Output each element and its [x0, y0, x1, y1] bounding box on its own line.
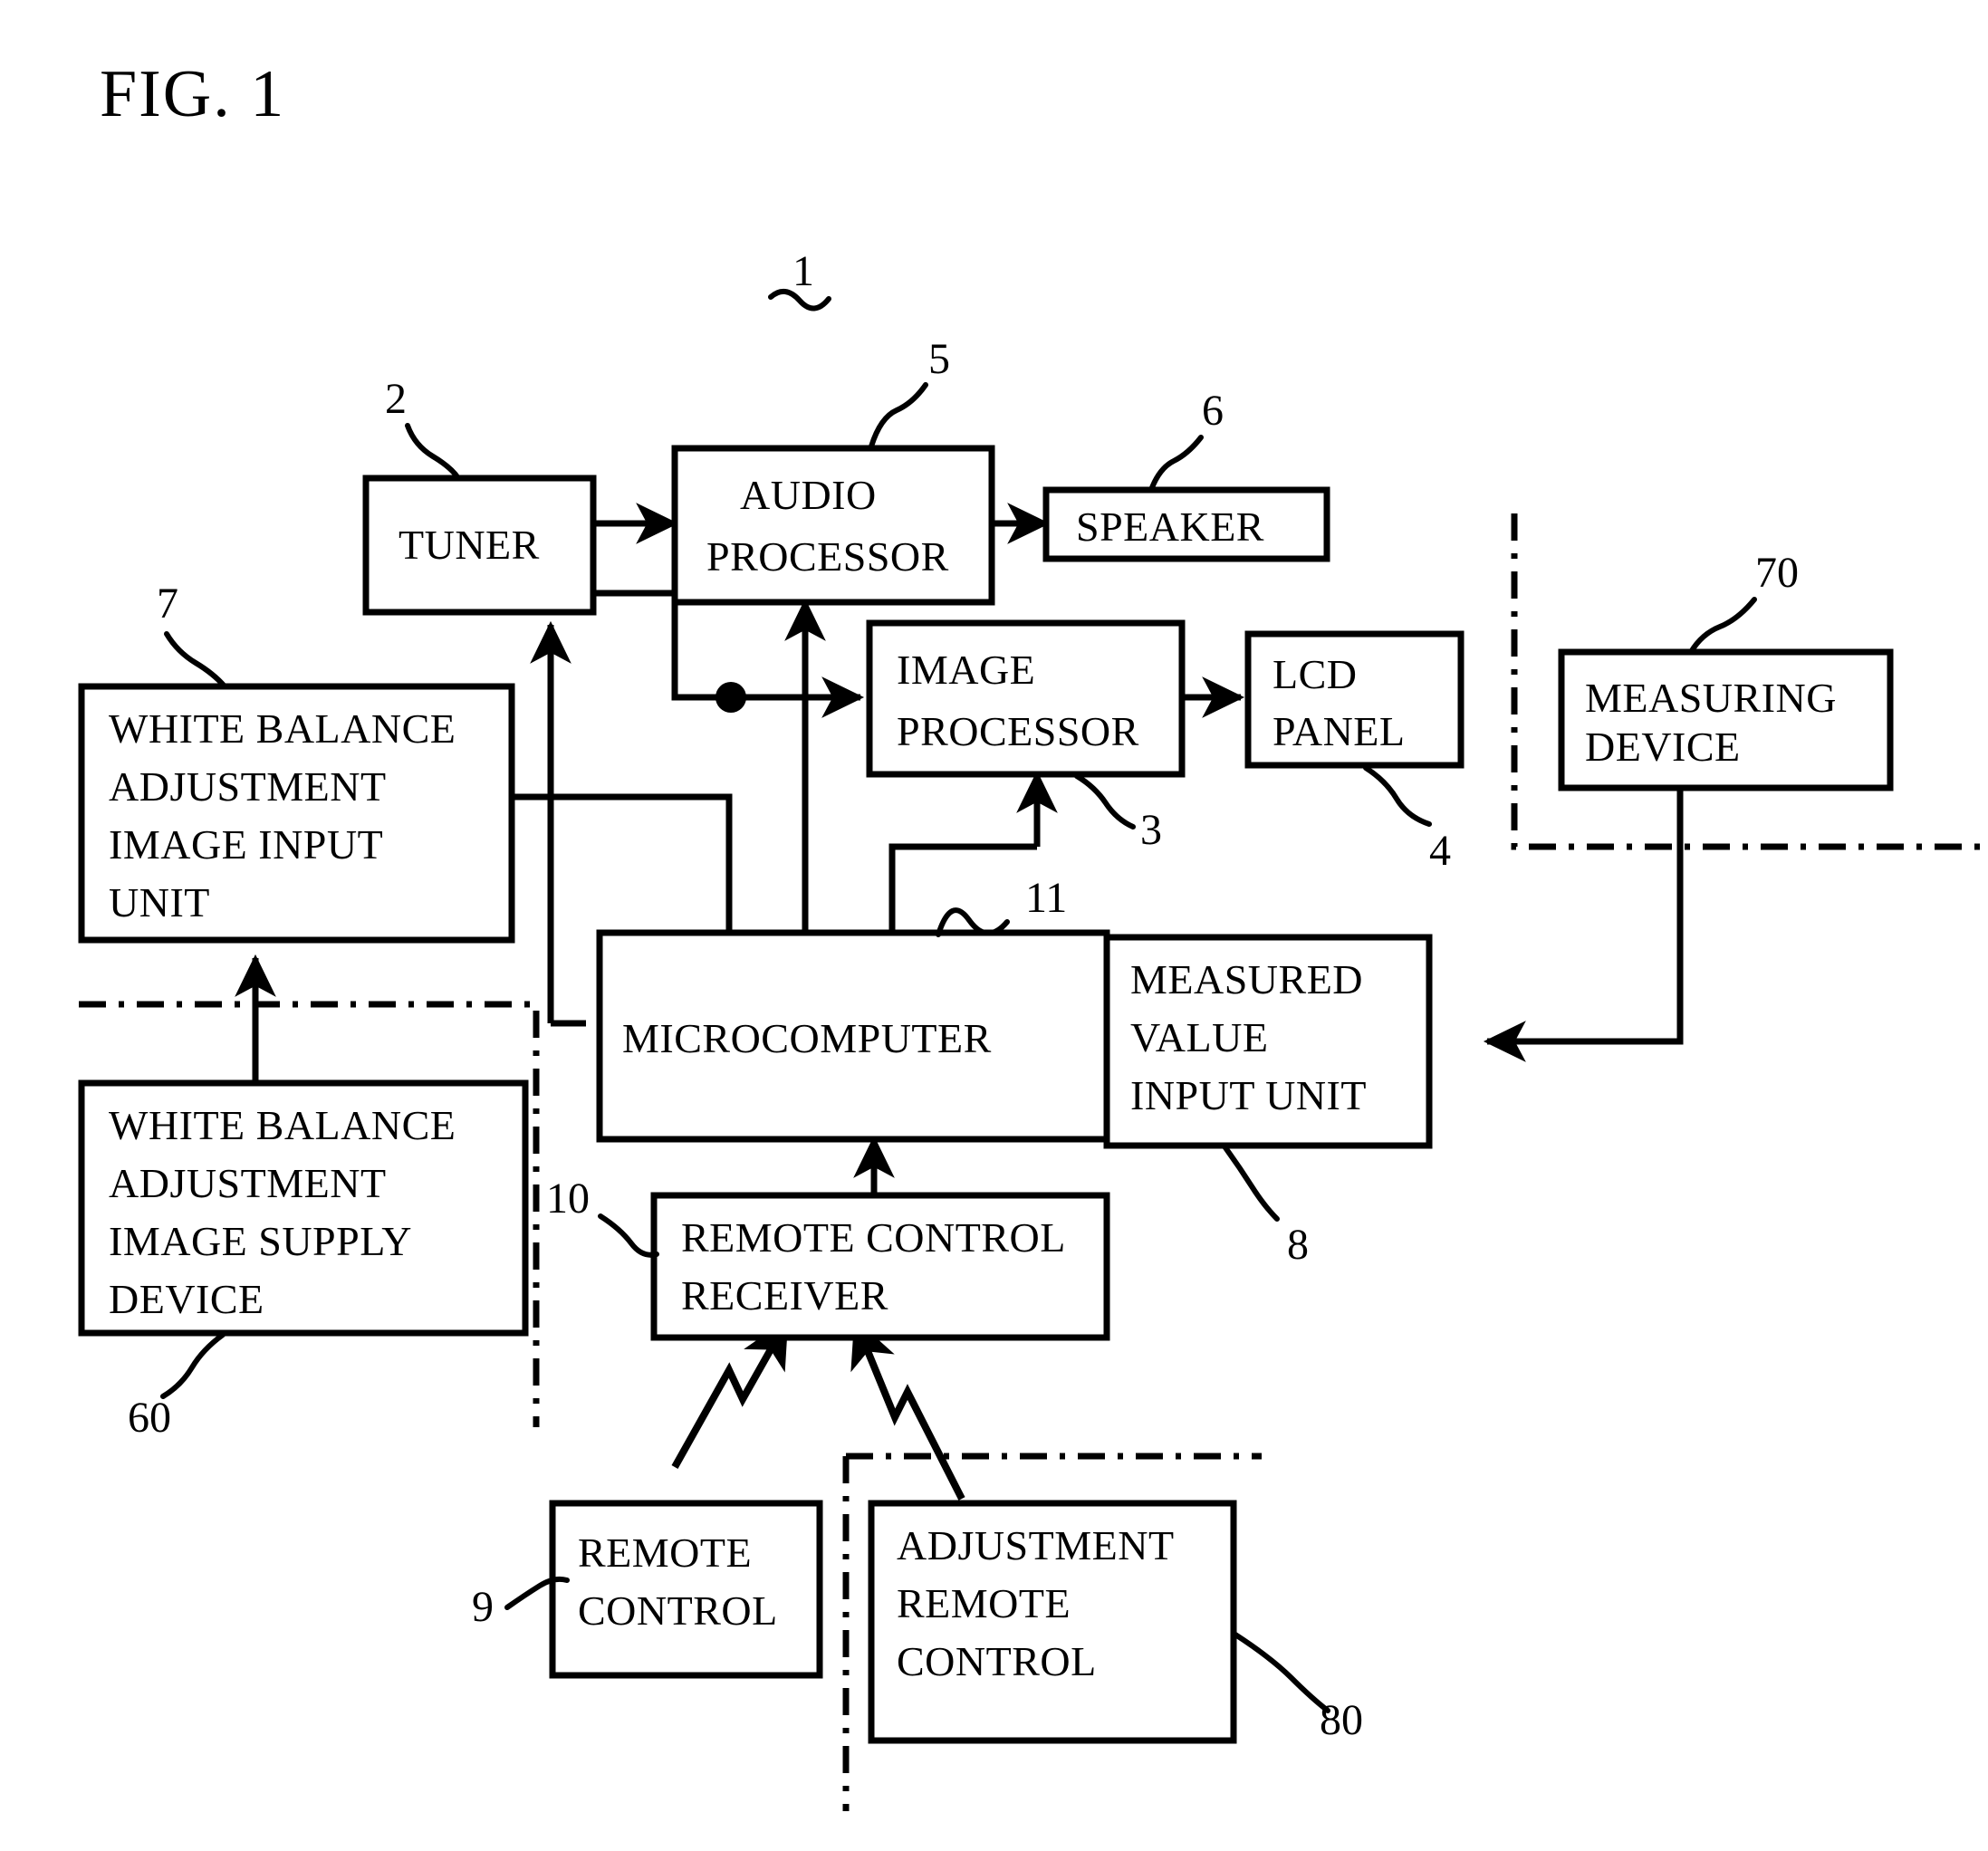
- ref-numeral-microcomputer: 11: [1025, 874, 1067, 922]
- wire-tuner-to-junction: [593, 590, 731, 701]
- block-wb-image-supply-device-label-3: DEVICE: [109, 1276, 264, 1322]
- block-remote-control-label-0: REMOTE: [578, 1530, 752, 1576]
- block-measuring-device-label-1: DEVICE: [1585, 724, 1741, 770]
- ref-numeral-speaker: 6: [1202, 387, 1224, 435]
- wire-wb-input-unit-right: [512, 793, 733, 933]
- block-remote-control-receiver-label-0: REMOTE CONTROL: [681, 1214, 1066, 1261]
- ref-numeral-adjustment-remote-control: 80: [1320, 1696, 1363, 1744]
- figure-title: FIG. 1: [100, 57, 285, 131]
- block-image-processor-label-0: IMAGE: [897, 647, 1035, 693]
- block-measured-value-input-unit-label-1: VALUE: [1130, 1014, 1268, 1060]
- block-audio-processor-label-0: AUDIO: [740, 472, 877, 518]
- leader-tuner: [405, 423, 461, 481]
- block-image-processor-label-1: PROCESSOR: [897, 708, 1139, 754]
- ref-numeral-remote-control: 9: [472, 1583, 494, 1631]
- ref-numeral-measuring-device: 70: [1755, 549, 1799, 597]
- block-diagram: FIG. 1 TUNER AUDIO PROCESSOR SPEAKER IMA…: [78, 57, 1988, 1811]
- wire-microcomputer-step: [888, 843, 1037, 933]
- block-speaker-label-0: SPEAKER: [1076, 504, 1264, 550]
- block-audio-processor-label-1: PROCESSOR: [706, 533, 949, 580]
- block-adjustment-remote-control-label-0: ADJUSTMENT: [897, 1522, 1175, 1568]
- block-adjustment-remote-control-label-1: REMOTE: [897, 1580, 1071, 1626]
- leader-wb-image-input-unit: [164, 631, 227, 689]
- patent-figure: FIG. 1 TUNER AUDIO PROCESSOR SPEAKER IMA…: [0, 0, 1988, 1851]
- leader-adjustment-remote-control: [1233, 1632, 1330, 1713]
- block-measuring-device-label-0: MEASURING: [1585, 675, 1837, 721]
- wireless-signal-adjustment-remote: [850, 1318, 965, 1501]
- leader-measuring-device: [1688, 597, 1757, 655]
- ref-numeral-wb-image-input-unit: 7: [157, 580, 178, 628]
- leader-image-processor: [1074, 773, 1136, 830]
- block-adjustment-remote-control-label-2: CONTROL: [897, 1638, 1097, 1684]
- ref-numeral-wb-image-supply-device: 60: [128, 1394, 171, 1442]
- block-measured-value-input-unit-label-2: INPUT UNIT: [1130, 1072, 1367, 1118]
- wireless-signal-remote-control: [671, 1318, 790, 1469]
- ref-numeral-tuner: 2: [385, 375, 407, 423]
- leader-lcd-panel: [1363, 765, 1432, 827]
- block-wb-image-supply-device-label-0: WHITE BALANCE: [109, 1102, 456, 1148]
- block-lcd-panel-label-1: PANEL: [1273, 708, 1406, 754]
- block-wb-image-input-unit-label-0: WHITE BALANCE: [109, 705, 456, 752]
- ref-numeral-lcd-panel: 4: [1429, 827, 1451, 875]
- leader-speaker: [1148, 435, 1204, 493]
- block-wb-image-input-unit-label-2: IMAGE INPUT: [109, 821, 383, 868]
- leader-audio-processor: [869, 382, 928, 449]
- block-tuner-label-0: TUNER: [399, 522, 540, 568]
- block-measured-value-input-unit-label-0: MEASURED: [1130, 956, 1363, 1002]
- leader-remote-control-receiver: [598, 1213, 659, 1258]
- block-wb-image-input-unit-label-3: UNIT: [109, 879, 210, 926]
- block-remote-control-receiver-label-1: RECEIVER: [681, 1272, 888, 1319]
- leader-measured-value-input-unit: [1222, 1144, 1280, 1222]
- ref-numeral-remote-control-receiver: 10: [546, 1175, 590, 1223]
- leader-wb-image-supply-device: [160, 1332, 226, 1399]
- block-microcomputer-label-0: MICROCOMPUTER: [622, 1015, 992, 1061]
- block-wb-image-input-unit-label-1: ADJUSTMENT: [109, 763, 387, 810]
- wire-junction-dot: [715, 682, 746, 713]
- ref-numeral-measured-value-input-unit: 8: [1287, 1221, 1309, 1269]
- block-remote-control-label-1: CONTROL: [578, 1587, 778, 1634]
- block-lcd-panel-label-0: LCD: [1273, 651, 1358, 697]
- block-wb-image-supply-device-label-1: ADJUSTMENT: [109, 1160, 387, 1206]
- block-wb-image-supply-device-label-2: IMAGE SUPPLY: [109, 1218, 412, 1264]
- ref-numeral-system: 1: [792, 247, 814, 295]
- ref-numeral-image-processor: 3: [1140, 806, 1162, 854]
- ref-numeral-audio-processor: 5: [928, 335, 950, 383]
